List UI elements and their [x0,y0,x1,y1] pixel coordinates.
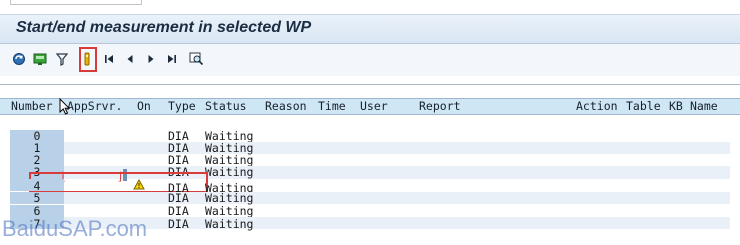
row-status: Waiting [205,204,254,218]
filter-icon[interactable] [56,50,68,68]
previous-page-icon[interactable] [124,50,136,68]
refresh-icon[interactable] [12,50,26,68]
column-header-number[interactable]: Number [11,99,53,113]
table-row[interactable] [10,130,730,142]
last-page-icon[interactable] [166,50,178,68]
column-header-report[interactable]: Report [419,99,461,113]
row-status: Waiting [205,191,254,205]
top-field-box [10,0,142,5]
column-header-name[interactable]: Name [690,99,718,113]
row-status: Waiting [205,217,254,231]
first-page-icon[interactable] [103,50,115,68]
column-header-reason[interactable]: Reason [265,99,307,113]
column-header-user[interactable]: User [360,99,388,113]
next-page-icon[interactable] [145,50,157,68]
row-type: DIA [168,217,189,231]
table-row[interactable] [10,142,730,154]
column-header-appsrvr[interactable]: AppSrvr. [67,99,122,113]
table-row[interactable] [10,192,730,204]
column-header-type[interactable]: Type [168,99,196,113]
measurement-toggle-highlight [79,47,97,72]
column-header-time[interactable]: Time [318,99,346,113]
find-icon[interactable] [188,50,204,68]
row-type: DIA [168,204,189,218]
row-status: Waiting [205,165,254,179]
row-number: 5 [33,191,41,205]
column-header-status[interactable]: Status [205,99,247,113]
save-variant-icon[interactable] [33,50,47,68]
column-header-table[interactable]: Table [626,99,661,113]
table-row[interactable] [10,154,730,166]
watermark: BaiduSAP.com [2,216,148,241]
row-type: DIA [168,191,189,205]
page-title: Start/end measurement in selected WP [16,19,312,36]
column-header-action[interactable]: Action [576,99,618,113]
table-row[interactable] [10,179,730,191]
column-header-on[interactable]: On [137,99,151,113]
mouse-cursor-icon [59,97,71,120]
column-header-kb[interactable]: KB [669,99,683,113]
